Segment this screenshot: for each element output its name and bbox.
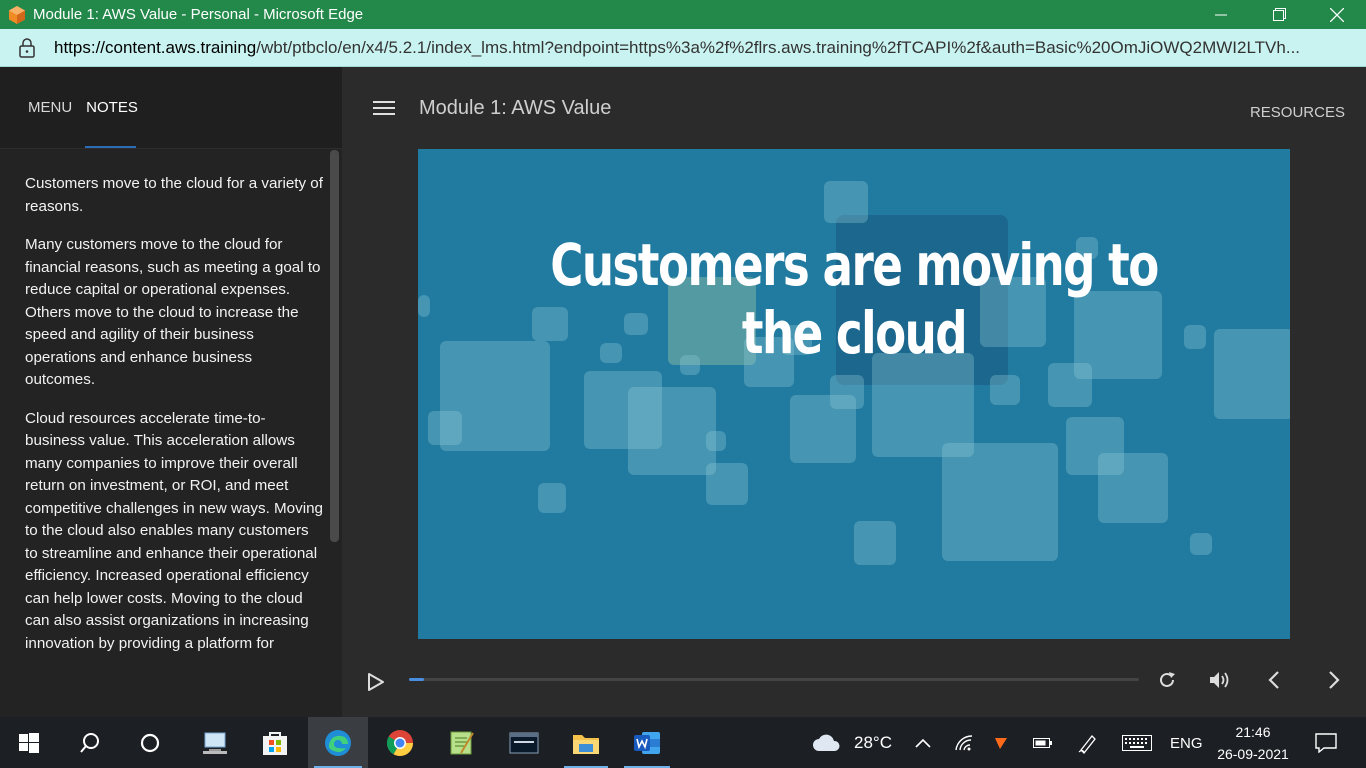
decorative-square [942, 443, 1058, 561]
start-icon [19, 732, 39, 753]
progress-fill [409, 678, 424, 681]
slide-headline: Customers are moving to the cloud [550, 231, 1159, 367]
battery-button[interactable] [1030, 717, 1056, 768]
volume-icon[interactable] [1207, 669, 1231, 691]
active-tab-indicator [85, 146, 136, 148]
battery-icon [1033, 737, 1052, 748]
previous-icon[interactable] [1264, 669, 1284, 691]
restore-button[interactable] [1250, 0, 1308, 29]
minimize-button[interactable] [1192, 0, 1250, 29]
close-button[interactable] [1308, 0, 1366, 29]
wifi-icon [955, 734, 973, 750]
chevron-up-icon [915, 738, 931, 748]
notes-paragraph: Customers move to the cloud for a variet… [25, 175, 323, 215]
hamburger-menu-icon[interactable] [373, 101, 395, 117]
player-area: Module 1: AWS Value RESOURCES Customers … [342, 67, 1366, 717]
slide-video[interactable]: Customers are moving to the cloud [418, 149, 1290, 639]
taskbar-app-edge[interactable] [308, 717, 368, 768]
clock-date: 26-09-2021 [1217, 746, 1289, 762]
decorative-square [854, 521, 896, 565]
pen-workspace-button[interactable] [1074, 717, 1102, 768]
notification-icon [1315, 732, 1337, 753]
search-button[interactable] [62, 717, 118, 768]
wifi-button[interactable] [950, 717, 978, 768]
address-bar[interactable]: https://content.aws.training/wbt/ptbclo/… [0, 29, 1366, 67]
replay-icon[interactable] [1156, 669, 1178, 691]
tab-menu[interactable]: MENU [28, 99, 72, 116]
decorative-square [1098, 453, 1168, 523]
notes-scrollbar[interactable] [330, 150, 339, 542]
keyboard-icon [1122, 734, 1152, 751]
pen-icon [1078, 734, 1096, 754]
taskbar-app-file-explorer[interactable] [558, 717, 614, 768]
decorative-square [538, 483, 566, 513]
notes-content: Customers move to the cloud for a variet… [25, 173, 325, 697]
decorative-square [990, 375, 1020, 405]
mysql-icon [509, 732, 539, 753]
cloud-icon [813, 734, 840, 751]
sidebar-tabs: MENU NOTES [0, 67, 342, 149]
notes-paragraph: Cloud resources accelerate time-to-busin… [25, 409, 323, 652]
progress-bar[interactable] [409, 678, 1139, 681]
window-title: Module 1: AWS Value - Personal - Microso… [33, 6, 364, 23]
cortana-icon [140, 733, 160, 752]
notepad-icon [450, 731, 474, 754]
file-explorer-icon [573, 734, 599, 754]
lock-icon [19, 37, 35, 58]
next-icon[interactable] [1324, 669, 1344, 691]
taskbar-app-network-pc[interactable] [184, 717, 244, 768]
action-center-button[interactable] [1306, 717, 1346, 768]
decorative-square [1190, 533, 1212, 555]
notes-paragraph: Many customers move to the cloud for fin… [25, 236, 321, 388]
decorative-square [418, 295, 430, 317]
tray-app-icon [995, 737, 1007, 749]
taskbar-app-word[interactable] [618, 717, 676, 768]
url-path: /wbt/ptbclo/en/x4/5.2.1/index_lms.html?e… [256, 37, 1301, 57]
start-button[interactable] [0, 717, 58, 768]
network-pc-icon [203, 732, 227, 754]
decorative-square [872, 353, 974, 457]
decorative-square [706, 431, 726, 451]
weather-widget[interactable]: 28°C [806, 717, 898, 768]
touch-keyboard-button[interactable] [1120, 717, 1154, 768]
decorative-square [628, 387, 716, 475]
url-text[interactable]: https://content.aws.training/wbt/ptbclo/… [54, 38, 1344, 58]
decorative-square [830, 375, 864, 409]
minimize-icon [1215, 14, 1227, 15]
word-icon [634, 731, 660, 754]
taskbar-app-notepad[interactable] [432, 717, 490, 768]
decorative-square [824, 181, 868, 223]
weather-temperature: 28°C [854, 732, 892, 752]
search-icon [80, 732, 99, 753]
language-indicator[interactable]: ENG [1170, 735, 1203, 752]
decorative-square [428, 411, 462, 445]
store-icon [263, 731, 287, 755]
chrome-icon [386, 729, 414, 756]
taskbar-app-store[interactable] [246, 717, 304, 768]
notes-sidebar: MENU NOTES Customers move to the cloud f… [0, 67, 342, 717]
url-host: https://content.aws.training [54, 37, 257, 57]
tab-notes[interactable]: NOTES [86, 99, 138, 116]
clock[interactable]: 21:46 26-09-2021 [1210, 721, 1296, 765]
taskbar-app-mysql[interactable] [494, 717, 554, 768]
module-title: Module 1: AWS Value [419, 97, 612, 119]
resources-button[interactable]: RESOURCES [1250, 104, 1345, 121]
clock-time: 21:46 [1235, 724, 1271, 740]
title-bar: Module 1: AWS Value - Personal - Microso… [0, 0, 1366, 29]
taskbar: 28°C ENG 21:46 26-09-2021 [0, 717, 1366, 768]
show-hidden-icons-button[interactable] [908, 717, 938, 768]
decorative-square [706, 463, 748, 505]
player-controls [342, 659, 1366, 703]
cortana-button[interactable] [122, 717, 178, 768]
aws-app-icon [9, 5, 25, 24]
close-icon [1330, 7, 1344, 22]
decorative-square [1214, 329, 1290, 419]
play-icon[interactable] [367, 672, 385, 692]
restore-icon [1272, 8, 1286, 21]
edge-icon [325, 729, 351, 756]
tray-app-button[interactable] [988, 717, 1014, 768]
taskbar-app-chrome[interactable] [370, 717, 430, 768]
